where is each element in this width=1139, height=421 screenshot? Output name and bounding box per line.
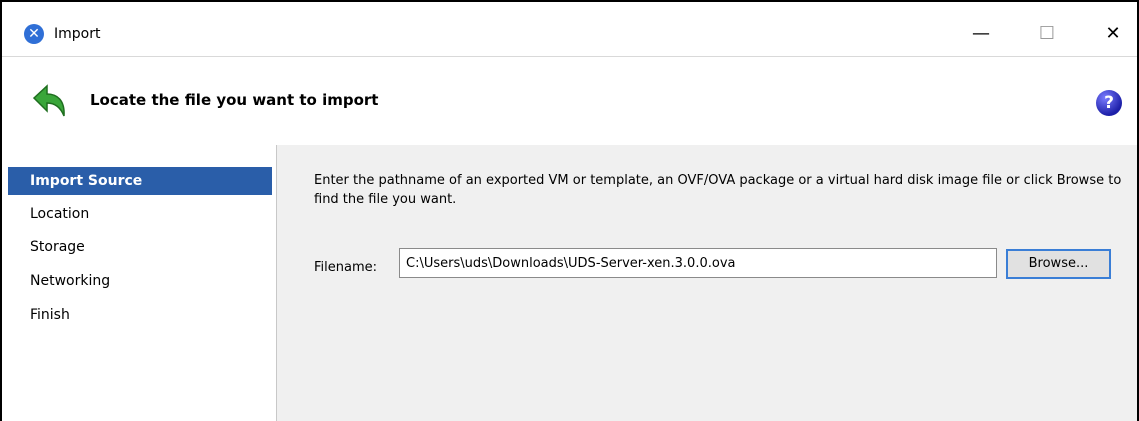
title-bar[interactable]: ✕ Import — ☐ ✕ [2, 2, 1137, 56]
wizard-header: Locate the file you want to import ? [2, 56, 1137, 146]
close-button[interactable]: ✕ [1090, 14, 1136, 54]
sidebar-item-location[interactable]: Location [8, 200, 272, 228]
minimize-button[interactable]: — [958, 14, 1004, 54]
browse-button[interactable]: Browse... [1006, 249, 1111, 279]
filename-label: Filename: [314, 260, 378, 275]
filename-input[interactable] [399, 248, 997, 278]
maximize-button[interactable]: ☐ [1024, 14, 1070, 54]
wizard-steps-sidebar: Import Source Location Storage Networkin… [2, 145, 277, 421]
window-title: Import [54, 26, 101, 42]
green-back-arrow-icon [32, 84, 65, 117]
instructions-text: Enter the pathname of an exported VM or … [314, 173, 1122, 207]
import-source-panel: Enter the pathname of an exported VM or … [277, 145, 1137, 421]
xen-x-icon: ✕ [24, 24, 44, 44]
sidebar-item-finish[interactable]: Finish [8, 301, 272, 329]
wizard-step-title: Locate the file you want to import [90, 91, 379, 109]
sidebar-item-import-source[interactable]: Import Source [8, 167, 272, 195]
help-icon[interactable]: ? [1096, 90, 1122, 116]
sidebar-item-storage[interactable]: Storage [8, 233, 272, 261]
sidebar-item-networking[interactable]: Networking [8, 267, 272, 295]
